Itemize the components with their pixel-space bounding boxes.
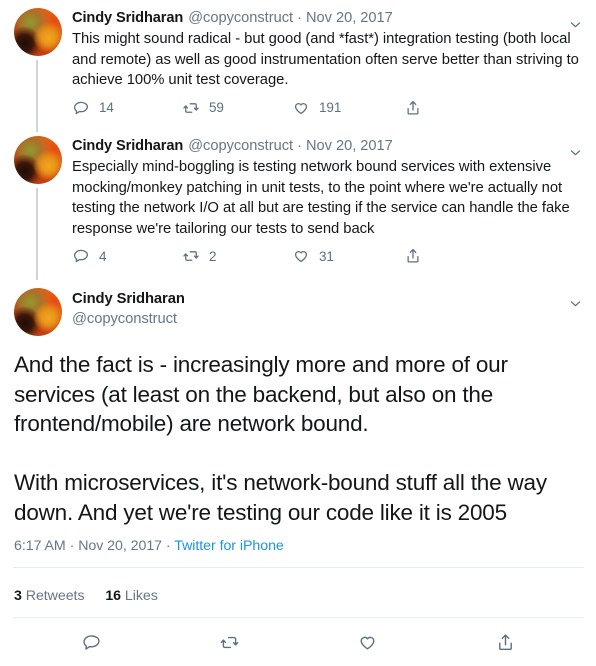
tweet-stats: 3 Retweets 16 Likes [14,588,158,604]
focused-tweet-actions [0,632,596,653]
reply-count: 4 [99,248,107,264]
retweet-button[interactable]: 2 [182,247,292,265]
likes-count: 16 [105,588,121,604]
avatar[interactable] [14,288,62,336]
tweet-metadata: 6:17 AM · Nov 20, 2017 · Twitter for iPh… [14,538,284,554]
retweet-count: 2 [209,248,217,264]
like-count: 31 [319,248,334,264]
share-button[interactable] [436,632,574,653]
reply-button[interactable] [22,632,160,653]
tweet-content-1: Cindy Sridharan @copyconstruct · Nov 20,… [62,8,584,117]
meta-separator-1: · [69,538,75,554]
focused-tweet-header: Cindy Sridharan @copyconstruct [14,288,582,336]
retweet-icon [182,99,200,117]
retweet-button[interactable]: 59 [182,99,292,117]
header-separator: · [297,10,302,26]
retweets-label: Retweets [25,588,85,604]
reply-button[interactable]: 4 [72,247,182,265]
tweet-source-link[interactable]: Twitter for iPhone [174,538,284,554]
avatar[interactable] [14,136,62,184]
retweet-icon [219,632,240,653]
tweet-date: Nov 20, 2017 [78,538,163,554]
author-name[interactable]: Cindy Sridharan [72,290,185,309]
retweet-button[interactable] [160,632,298,653]
divider-above-stats [13,567,584,568]
tweet-menu-caret-2[interactable] [566,143,584,161]
author-identity: Cindy Sridharan @copyconstruct [62,288,185,329]
author-name[interactable]: Cindy Sridharan [72,8,183,28]
tweet-reply-2[interactable]: Cindy Sridharan @copyconstruct · Nov 20,… [0,136,596,265]
tweet-date[interactable]: Nov 20, 2017 [306,136,393,156]
tweet-text: Especially mind-boggling is testing netw… [72,159,570,237]
likes-stat[interactable]: 16 Likes [105,588,158,604]
tweet-menu-caret-3[interactable] [566,294,584,312]
author-handle[interactable]: @copyconstruct [188,136,293,156]
like-button[interactable] [298,632,436,653]
tweet-header-2: Cindy Sridharan @copyconstruct · Nov 20,… [72,136,584,156]
retweets-stat[interactable]: 3 Retweets [14,588,85,604]
like-button[interactable]: 31 [292,247,404,265]
tweet-focused: Cindy Sridharan @copyconstruct And the f… [0,288,596,527]
author-handle[interactable]: @copyconstruct [72,309,185,329]
chevron-down-icon [570,149,580,155]
share-icon [404,247,422,265]
reply-button[interactable]: 14 [72,99,182,117]
tweet-actions-2: 4 2 31 [72,247,584,265]
header-separator: · [297,138,302,154]
like-button[interactable]: 191 [292,99,404,117]
reply-icon [72,247,90,265]
tweet-header-1: Cindy Sridharan @copyconstruct · Nov 20,… [72,8,584,28]
share-button[interactable] [404,99,444,117]
chevron-down-icon [570,21,580,27]
retweet-icon [182,247,200,265]
share-button[interactable] [404,247,444,265]
retweet-count: 59 [209,100,224,115]
reply-icon [81,632,102,653]
tweet-time: 6:17 AM [14,538,66,554]
reply-icon [72,99,90,117]
tweet-menu-caret-1[interactable] [566,15,584,33]
author-name[interactable]: Cindy Sridharan [72,136,183,156]
reply-count: 14 [99,100,114,115]
heart-icon [357,632,378,653]
divider-above-actions [13,617,584,618]
author-handle[interactable]: @copyconstruct [188,8,293,28]
tweet-text: This might sound radical - but good (and… [72,31,579,88]
meta-separator-2: · [165,538,171,554]
tweet-reply-1[interactable]: Cindy Sridharan @copyconstruct · Nov 20,… [0,8,596,117]
like-count: 191 [319,100,342,115]
tweet-actions-1: 14 59 191 [72,99,584,117]
tweet-date[interactable]: Nov 20, 2017 [306,8,393,28]
chevron-down-icon [570,300,580,306]
retweets-count: 3 [14,588,22,604]
heart-icon [292,99,310,117]
heart-icon [292,247,310,265]
avatar[interactable] [14,8,62,56]
likes-label: Likes [124,588,158,604]
share-icon [404,99,422,117]
tweet-content-2: Cindy Sridharan @copyconstruct · Nov 20,… [62,136,584,265]
share-icon [495,632,516,653]
tweet-thread-page: Cindy Sridharan @copyconstruct · Nov 20,… [0,0,596,666]
tweet-text: And the fact is - increasingly more and … [14,352,547,525]
